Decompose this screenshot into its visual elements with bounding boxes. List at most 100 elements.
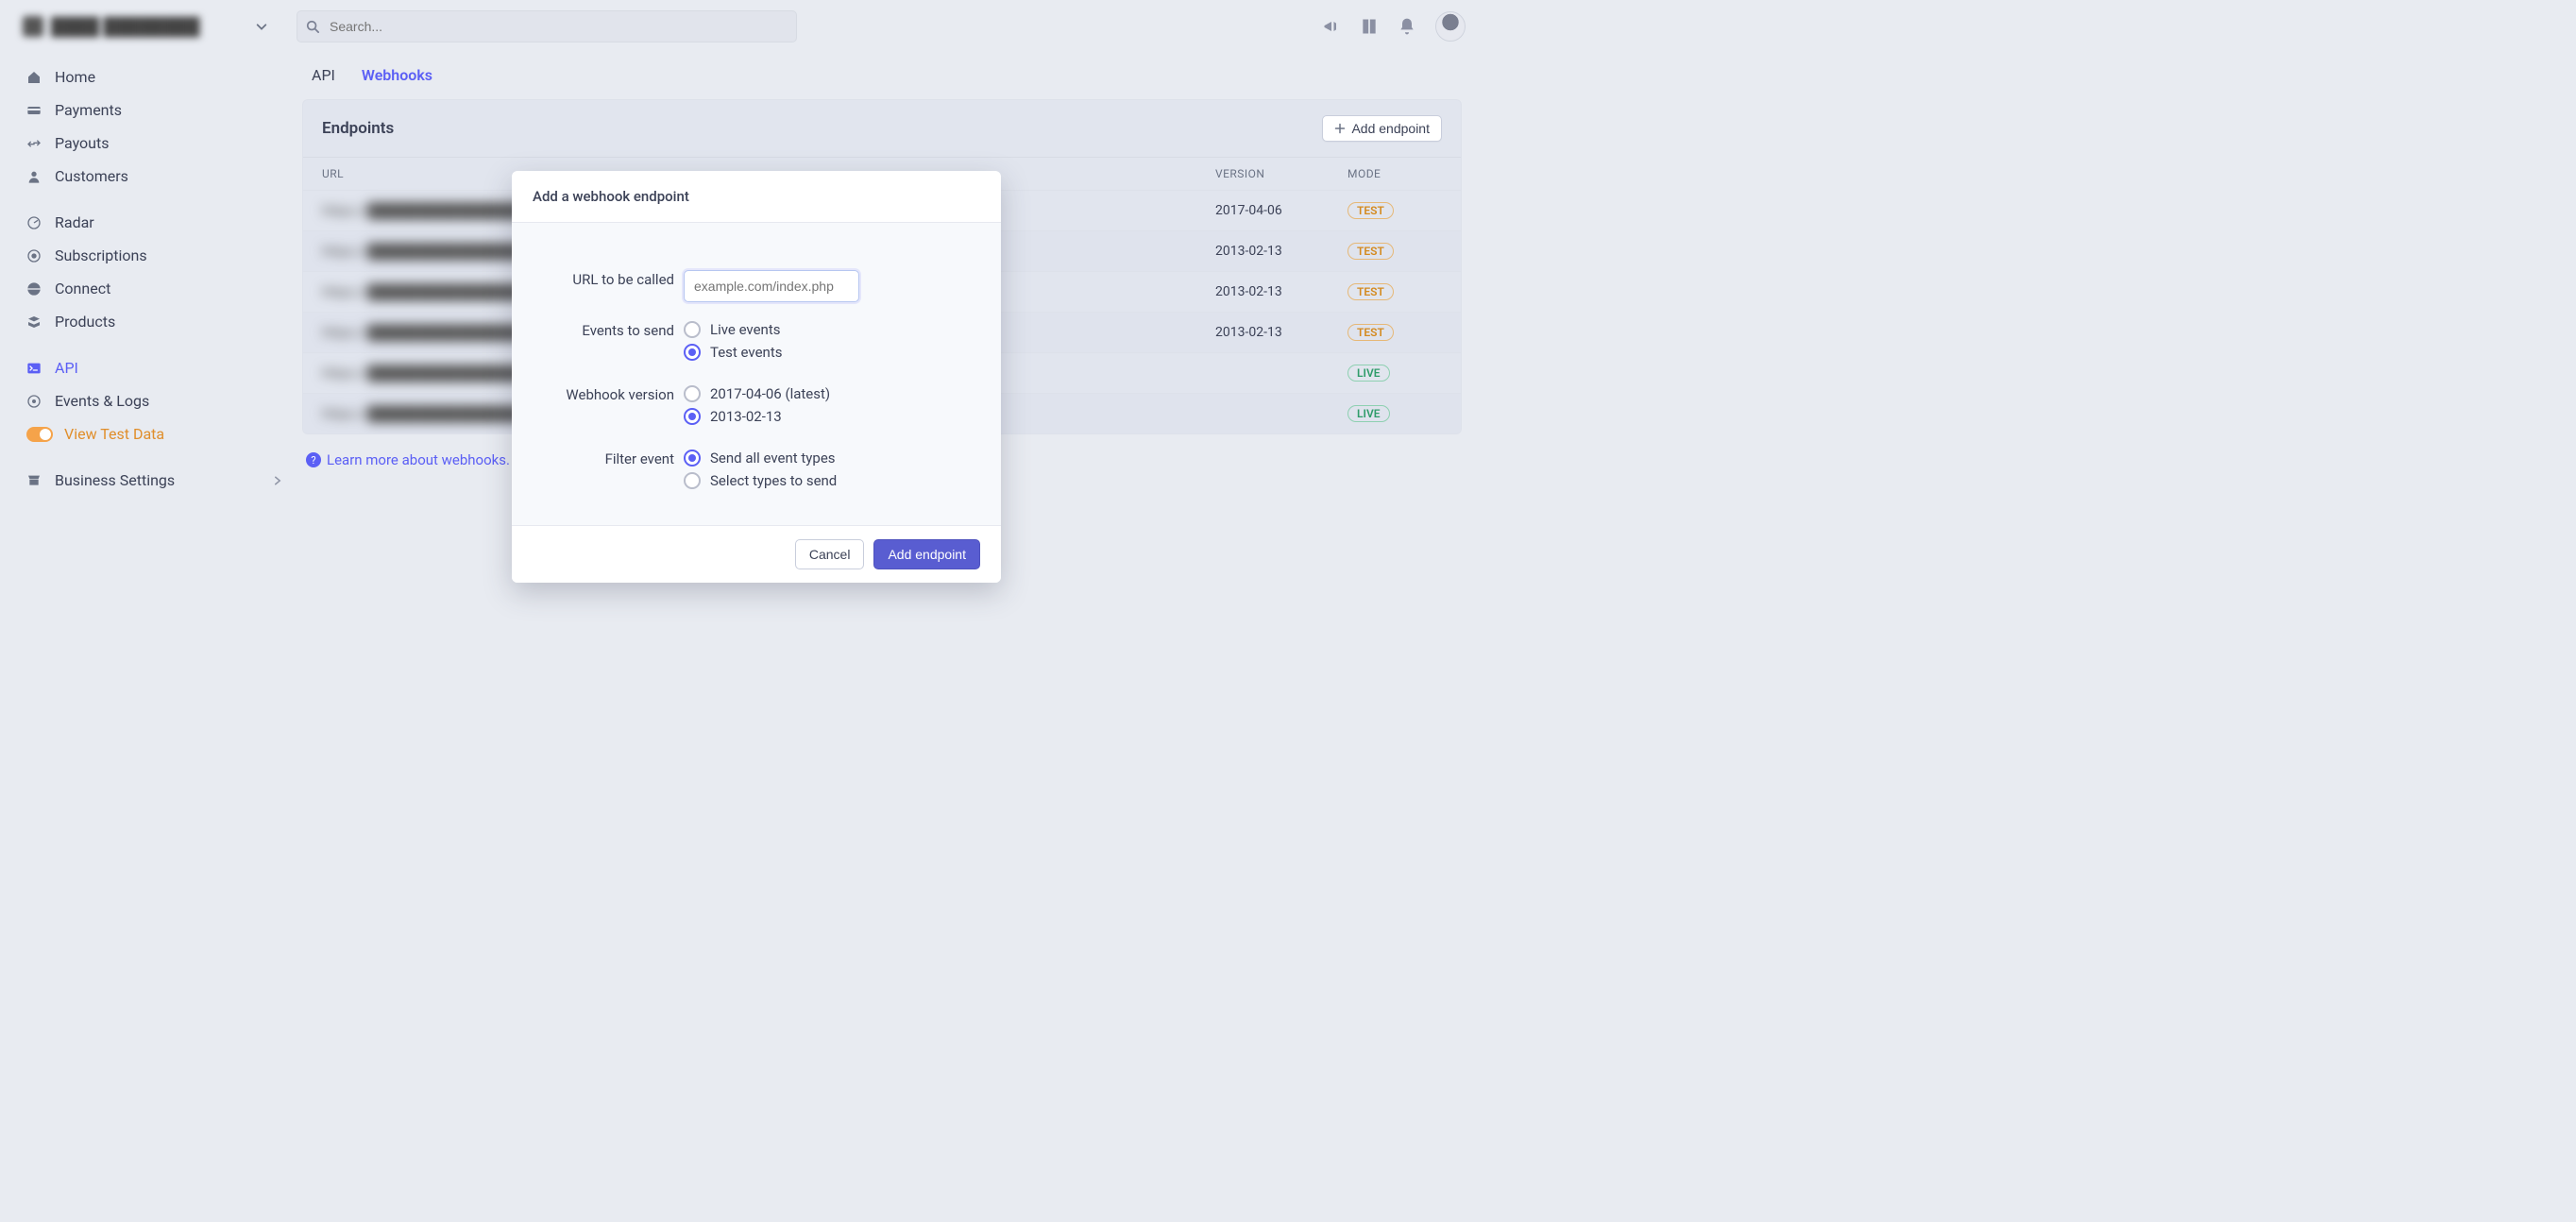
- sidebar-item-label: Payouts: [55, 134, 109, 152]
- add-endpoint-label: Add endpoint: [1351, 121, 1430, 136]
- sidebar-item-events[interactable]: Events & Logs: [11, 384, 293, 417]
- radio-label: Send all event types: [710, 450, 836, 467]
- radio-version-other[interactable]: 2013-02-13: [684, 408, 980, 425]
- sidebar-item-label: Business Settings: [55, 471, 175, 489]
- mode-pill: TEST: [1347, 243, 1394, 260]
- mode-pill: TEST: [1347, 283, 1394, 300]
- sidebar-item-label: API: [55, 359, 78, 377]
- sidebar-item-label: Radar: [55, 213, 94, 231]
- filter-label: Filter event: [533, 450, 684, 495]
- modal-body: URL to be called Events to send Live eve…: [512, 223, 1001, 525]
- url-label: URL to be called: [533, 270, 684, 302]
- docs-icon[interactable]: [1360, 17, 1379, 36]
- search-icon: [306, 20, 319, 33]
- radio-filter-select[interactable]: Select types to send: [684, 472, 980, 489]
- customers-icon: [26, 169, 43, 184]
- events-label: Events to send: [533, 321, 684, 366]
- learn-more-label: Learn more about webhooks.: [327, 451, 510, 468]
- submit-add-endpoint-button[interactable]: Add endpoint: [873, 539, 980, 569]
- store-icon: [26, 473, 43, 488]
- products-icon: [26, 314, 43, 330]
- test-data-toggle[interactable]: [26, 427, 53, 442]
- sidebar-item-payouts[interactable]: Payouts: [11, 127, 293, 160]
- radio-label: Live events: [710, 321, 781, 338]
- tab-webhooks[interactable]: Webhooks: [362, 66, 432, 84]
- search-input[interactable]: [297, 10, 797, 42]
- sidebar-item-business-settings[interactable]: Business Settings: [11, 464, 293, 497]
- connect-icon: [26, 281, 43, 297]
- row-version: 2017-04-06: [1215, 203, 1347, 218]
- modal-title: Add a webhook endpoint: [512, 171, 1001, 223]
- sidebar-item-label: Connect: [55, 280, 110, 297]
- panel-title: Endpoints: [322, 119, 394, 138]
- version-label: Webhook version: [533, 385, 684, 431]
- col-mode: MODE: [1347, 167, 1442, 180]
- sidebar-item-api[interactable]: API: [11, 351, 293, 384]
- row-version: 2013-02-13: [1215, 284, 1347, 299]
- sidebar-item-view-test-data[interactable]: View Test Data: [11, 417, 293, 450]
- mode-pill: TEST: [1347, 324, 1394, 341]
- sidebar-item-label: Events & Logs: [55, 392, 149, 410]
- mode-pill: LIVE: [1347, 365, 1390, 382]
- tab-api[interactable]: API: [312, 66, 335, 84]
- radio-icon: [684, 321, 701, 338]
- radar-icon: [26, 215, 43, 230]
- bell-icon[interactable]: [1398, 17, 1416, 36]
- add-webhook-modal: Add a webhook endpoint URL to be called …: [512, 171, 1001, 583]
- subscriptions-icon: [26, 248, 43, 263]
- radio-icon: [684, 385, 701, 402]
- sidebar-item-label: Customers: [55, 167, 128, 185]
- add-endpoint-button[interactable]: Add endpoint: [1322, 115, 1442, 142]
- radio-label: 2013-02-13: [710, 408, 782, 425]
- radio-icon: [684, 344, 701, 361]
- panel-header: Endpoints Add endpoint: [303, 100, 1461, 157]
- chevron-down-icon[interactable]: [255, 20, 268, 33]
- row-version: 2013-02-13: [1215, 244, 1347, 259]
- sidebar-item-label: Products: [55, 313, 115, 331]
- help-icon: ?: [306, 452, 321, 467]
- payments-icon: [26, 103, 43, 118]
- radio-label: Select types to send: [710, 472, 837, 489]
- account-logo: [23, 16, 43, 37]
- col-version: VERSION: [1215, 167, 1347, 180]
- chevron-right-icon: [272, 475, 283, 486]
- account-name-blurred: ████ ████████: [51, 17, 200, 37]
- radio-icon: [684, 472, 701, 489]
- url-input[interactable]: [684, 270, 859, 302]
- radio-icon: [684, 408, 701, 425]
- radio-icon: [684, 450, 701, 467]
- sidebar-item-customers[interactable]: Customers: [11, 160, 293, 193]
- modal-footer: Cancel Add endpoint: [512, 525, 1001, 583]
- radio-version-latest[interactable]: 2017-04-06 (latest): [684, 385, 980, 402]
- events-icon: [26, 394, 43, 409]
- sidebar-item-home[interactable]: Home: [11, 60, 293, 93]
- sidebar-item-radar[interactable]: Radar: [11, 206, 293, 239]
- search-box: [297, 10, 797, 42]
- row-version: 2013-02-13: [1215, 325, 1347, 340]
- cancel-button[interactable]: Cancel: [795, 539, 865, 569]
- sidebar: Home Payments Payouts Customers Radar Su…: [0, 53, 293, 497]
- sidebar-item-label: View Test Data: [64, 425, 164, 443]
- avatar[interactable]: [1435, 11, 1466, 42]
- terminal-icon: [26, 361, 43, 376]
- radio-test-events[interactable]: Test events: [684, 344, 980, 361]
- sidebar-item-connect[interactable]: Connect: [11, 272, 293, 305]
- payouts-icon: [26, 136, 43, 151]
- radio-live-events[interactable]: Live events: [684, 321, 980, 338]
- sidebar-item-products[interactable]: Products: [11, 305, 293, 338]
- sidebar-item-subscriptions[interactable]: Subscriptions: [11, 239, 293, 272]
- tab-bar: API Webhooks: [302, 53, 1462, 99]
- top-bar: ████ ████████: [0, 0, 1481, 53]
- announce-icon[interactable]: [1322, 17, 1341, 36]
- sidebar-item-label: Subscriptions: [55, 246, 147, 264]
- mode-pill: LIVE: [1347, 405, 1390, 422]
- account-switcher[interactable]: ████ ████████: [15, 12, 251, 41]
- plus-icon: [1334, 123, 1346, 134]
- radio-label: 2017-04-06 (latest): [710, 385, 830, 402]
- radio-label: Test events: [710, 344, 782, 361]
- topbar-right: [1322, 11, 1466, 42]
- sidebar-item-payments[interactable]: Payments: [11, 93, 293, 127]
- sidebar-item-label: Payments: [55, 101, 122, 119]
- radio-filter-all[interactable]: Send all event types: [684, 450, 980, 467]
- home-icon: [26, 70, 43, 85]
